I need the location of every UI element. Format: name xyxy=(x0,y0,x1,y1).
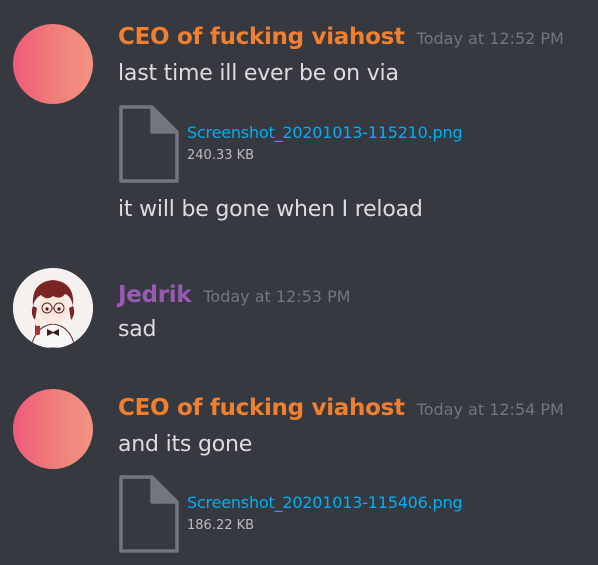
message-text: and its gone xyxy=(118,432,253,457)
username[interactable]: Jedrik xyxy=(118,282,192,308)
message-text: last time ill ever be on via xyxy=(118,61,399,86)
avatar[interactable] xyxy=(13,24,93,104)
timestamp: Today at 12:52 PM xyxy=(416,29,564,48)
message-header: Jedrik Today at 12:53 PM xyxy=(118,282,351,308)
username[interactable]: CEO of fucking viahost xyxy=(118,24,405,50)
message-header: CEO of fucking viahost Today at 12:54 PM xyxy=(118,395,564,421)
message-text: sad xyxy=(118,317,157,342)
file-icon xyxy=(118,474,180,554)
message-header: CEO of fucking viahost Today at 12:52 PM xyxy=(118,24,564,50)
timestamp: Today at 12:53 PM xyxy=(203,287,351,306)
message-text: it will be gone when I reload xyxy=(118,197,423,222)
anime-character-avatar-icon xyxy=(13,268,93,348)
attachment-size: 186.22 KB xyxy=(187,518,255,533)
avatar[interactable] xyxy=(13,389,93,469)
attachment-link[interactable]: Screenshot_20201013-115406.png xyxy=(187,493,463,512)
attachment-link[interactable]: Screenshot_20201013-115210.png xyxy=(187,123,463,142)
timestamp: Today at 12:54 PM xyxy=(416,400,564,419)
avatar[interactable] xyxy=(13,268,93,348)
username[interactable]: CEO of fucking viahost xyxy=(118,395,405,421)
chat-messages: CEO of fucking viahost Today at 12:52 PM … xyxy=(0,0,598,565)
attachment-size: 240.33 KB xyxy=(187,148,255,163)
file-icon xyxy=(118,104,180,184)
